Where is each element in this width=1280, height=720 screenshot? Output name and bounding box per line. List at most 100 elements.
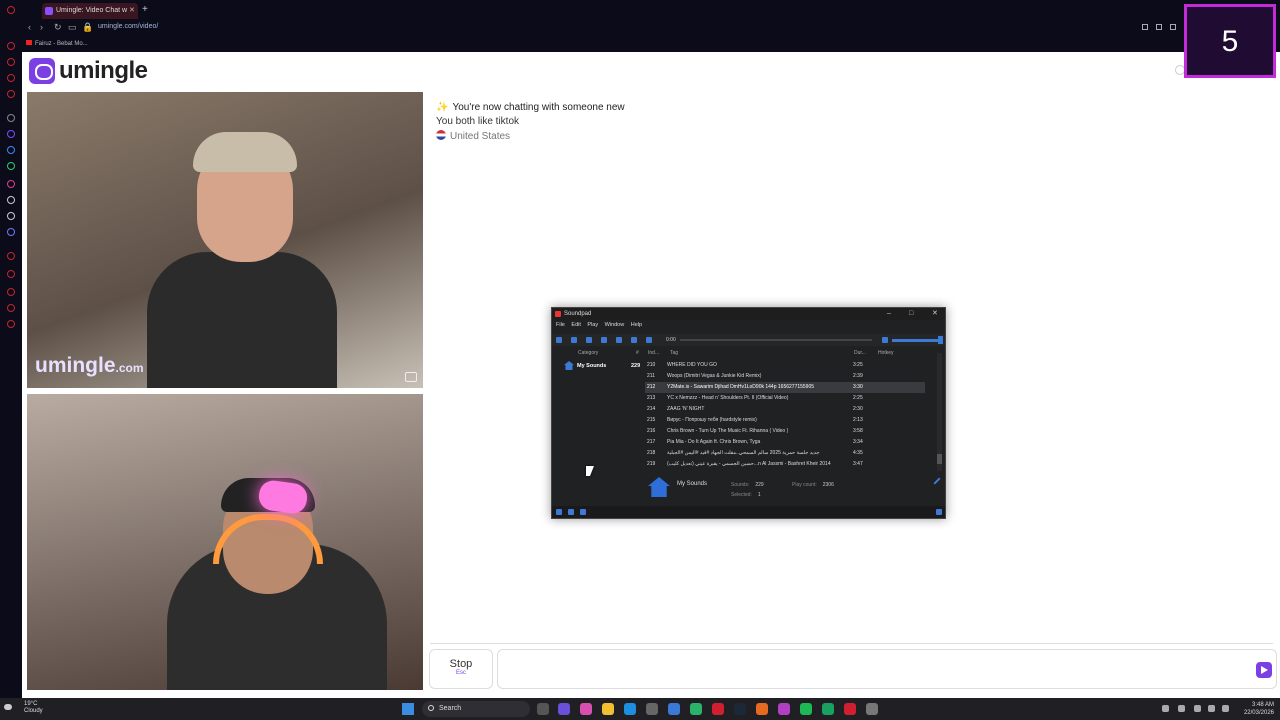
col-duration[interactable]: Dur... (854, 350, 866, 356)
messenger-taskbar-icon[interactable] (778, 703, 790, 715)
opera-taskbar-icon[interactable] (712, 703, 724, 715)
app-icon[interactable] (690, 703, 702, 715)
maximize-icon[interactable]: □ (909, 308, 913, 320)
sound-row-selected[interactable]: 212 Y2Mate.is - Sawarim Djihad DmHv1LoD90… (645, 382, 925, 393)
menu-edit[interactable]: Edit (571, 322, 580, 328)
file-explorer-icon[interactable] (602, 703, 614, 715)
sound-row[interactable]: 214 ZAAG 'N' NIGHT 2:30 (645, 404, 925, 415)
messenger-icon[interactable] (7, 146, 15, 154)
app-icon[interactable] (822, 703, 834, 715)
stop-icon[interactable] (616, 337, 622, 343)
reload-icon[interactable]: ↻ (54, 22, 62, 33)
sidebar-icon[interactable] (7, 252, 15, 260)
taskbar-search[interactable]: Search (422, 701, 530, 717)
col-index[interactable]: Ind... (648, 350, 659, 356)
forward-icon[interactable]: › (40, 22, 43, 32)
sound-row[interactable]: 211 Woops (Dimitri Vegas & Junkie Kid Rem… (645, 371, 925, 382)
sound-row[interactable]: 213 YC x Nemzzz - Head n' Shoulders Pt. I… (645, 393, 925, 404)
sidebar-icon[interactable] (7, 90, 15, 98)
list-scroll-thumb[interactable] (937, 454, 942, 464)
soundpad-taskbar-icon[interactable] (844, 703, 856, 715)
mic-icon[interactable] (586, 337, 592, 343)
windows-start-icon[interactable] (402, 703, 414, 715)
sound-row[interactable]: 215 Вирус - Попрошу тебя (hardstyle remix… (645, 415, 925, 426)
headphones-icon[interactable] (571, 337, 577, 343)
soundpad-titlebar[interactable]: Soundpad – □ ✕ (552, 308, 945, 320)
sidebar-icon[interactable] (7, 320, 15, 328)
play-icon[interactable] (556, 337, 562, 343)
speaker-icon[interactable] (882, 337, 888, 343)
sidebar-icon[interactable] (7, 304, 15, 312)
bookmark-item[interactable]: Fairuz - Bebat Mo... (26, 40, 88, 47)
send-icon[interactable] (1256, 662, 1272, 678)
category-my-sounds[interactable]: My Sounds (577, 363, 606, 369)
tiktok-icon[interactable] (7, 196, 15, 204)
settings-icon[interactable] (866, 703, 878, 715)
instagram-icon[interactable] (7, 180, 15, 188)
tabs-icon[interactable]: ▭ (68, 22, 77, 33)
col-category[interactable]: Category (578, 350, 598, 356)
extension-icon[interactable] (1142, 24, 1148, 30)
menu-help[interactable]: Help (631, 322, 642, 328)
col-tag[interactable]: Tag (670, 350, 678, 356)
mic-tray-icon[interactable] (1194, 705, 1201, 712)
sound-row[interactable]: 210 WHERE DID YOU GO 3:25 (645, 360, 925, 371)
tray-app-icon[interactable] (1178, 705, 1185, 712)
opera-icon[interactable] (7, 6, 15, 14)
twitch-icon[interactable] (7, 130, 15, 138)
sidebar-icon[interactable] (7, 270, 15, 278)
umingle-logo[interactable]: umingle (29, 57, 148, 84)
previous-icon[interactable] (631, 337, 637, 343)
sound-row[interactable]: 218 جديد جلسة حمرية 2025 سالم السمحي..مقل… (645, 448, 925, 459)
sidebar-icon[interactable] (7, 114, 15, 122)
sidebar-icon[interactable] (7, 288, 15, 296)
menu-window[interactable]: Window (605, 322, 625, 328)
sidebar-icon[interactable] (7, 42, 15, 50)
report-flag-icon[interactable] (405, 372, 417, 382)
minimize-icon[interactable]: – (887, 308, 891, 320)
menu-play[interactable]: Play (587, 322, 598, 328)
stop-button[interactable]: Stop Esc (429, 649, 493, 689)
copilot-icon[interactable] (580, 703, 592, 715)
volume-slider[interactable] (892, 339, 942, 342)
pause-icon[interactable] (601, 337, 607, 343)
message-input[interactable] (497, 649, 1277, 689)
app-icon[interactable] (668, 703, 680, 715)
volume-knob[interactable] (938, 336, 943, 344)
network-icon[interactable] (1208, 705, 1215, 712)
tab-umingle[interactable]: Umingle: Video Chat w (42, 3, 138, 19)
sound-row[interactable]: 217 Pia Mia - Do It Again ft. Chris Brown… (645, 437, 925, 448)
steam-icon[interactable] (734, 703, 746, 715)
new-tab-icon[interactable]: + (142, 4, 148, 15)
chat-icon[interactable] (936, 509, 942, 515)
back-icon[interactable]: ‹ (28, 22, 31, 32)
spotify-icon[interactable] (800, 703, 812, 715)
close-tab-icon[interactable]: ✕ (129, 6, 135, 14)
task-view-icon[interactable] (537, 703, 549, 715)
extension-icon[interactable] (1156, 24, 1162, 30)
teams-icon[interactable] (558, 703, 570, 715)
sidebar-icon[interactable] (7, 74, 15, 82)
col-count[interactable]: # (636, 350, 639, 356)
url-field[interactable]: umingle.com/video/ (98, 23, 158, 30)
col-hotkey[interactable]: Hotkey (878, 350, 894, 356)
menu-file[interactable]: File (556, 322, 565, 328)
whatsapp-icon[interactable] (7, 162, 15, 170)
x-icon[interactable] (7, 212, 15, 220)
taskbar-clock[interactable]: 3:48 AM 22/03/2026 (1244, 701, 1274, 717)
extension-icon[interactable] (1170, 24, 1176, 30)
volume-icon[interactable] (1222, 705, 1229, 712)
next-icon[interactable] (646, 337, 652, 343)
sound-row[interactable]: 219 حسين الجسمي - يقبرة عيني (تعديل كليب)… (645, 459, 925, 470)
sidebar-icon[interactable] (7, 58, 15, 66)
app-icon[interactable] (756, 703, 768, 715)
sound-row[interactable]: 216 Chris Brown - Turn Up The Music Ft. R… (645, 426, 925, 437)
tray-chevron-icon[interactable] (1162, 705, 1169, 712)
store-icon[interactable] (646, 703, 658, 715)
list-icon[interactable] (568, 509, 574, 515)
close-icon[interactable]: ✕ (932, 308, 938, 320)
grid-icon[interactable] (580, 509, 586, 515)
discord-icon[interactable] (7, 228, 15, 236)
edge-icon[interactable] (624, 703, 636, 715)
play-icon[interactable] (556, 509, 562, 515)
